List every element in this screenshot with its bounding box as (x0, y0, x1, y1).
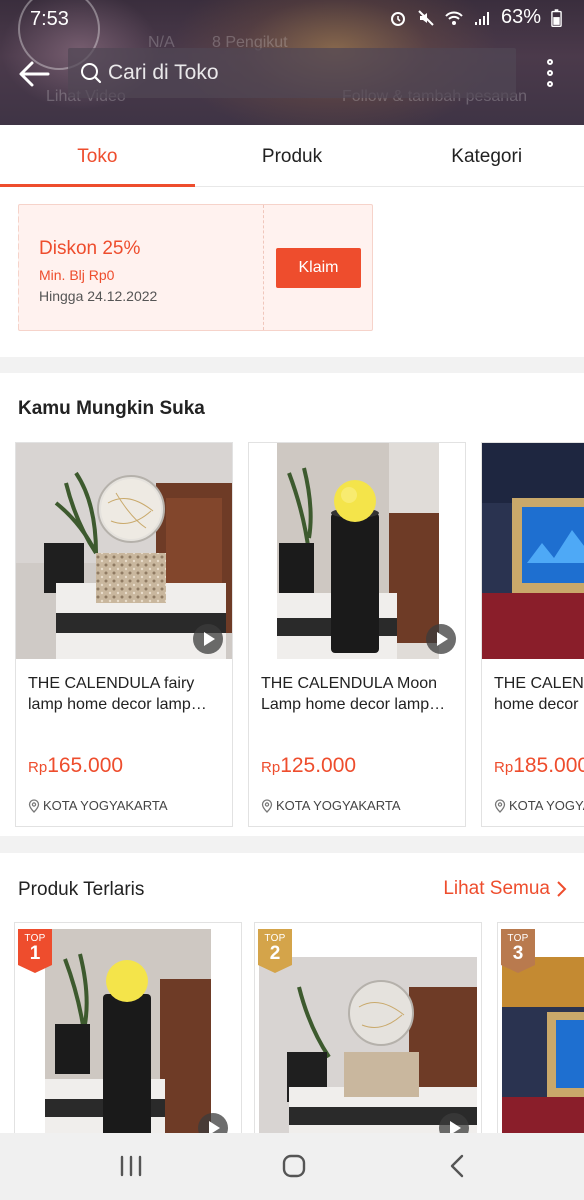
more-dot (547, 81, 553, 87)
mute-icon (418, 9, 434, 26)
more-vertical-icon[interactable] (540, 56, 560, 90)
product-card[interactable]: THE CALENDULA fairy lamp home decor lamp… (15, 442, 233, 827)
tab-toko[interactable]: Toko (0, 125, 195, 187)
signal-icon (474, 11, 489, 25)
product-image (45, 929, 211, 1133)
bestseller-section: Produk Terlaris Lihat Semua TOP 1 TOP 2 … (0, 853, 584, 1133)
price-value: 185.000 (513, 754, 584, 777)
bestseller-card[interactable]: TOP 2 (254, 922, 482, 1133)
battery-percent: 63% (500, 6, 541, 28)
shop-header: N/A 8 Pengikut Lihat Video Follow & tamb… (0, 0, 584, 125)
voucher-card[interactable]: Diskon 25% Min. Blj Rp0 Hingga 24.12.202… (16, 204, 373, 331)
alarm-icon (390, 11, 405, 26)
price-currency: Rp (494, 759, 514, 776)
bestseller-card[interactable]: TOP 3 (497, 922, 584, 1133)
recommended-section: Kamu Mungkin Suka THE CALENDULA fairy la… (0, 373, 584, 836)
top-rank-badge: TOP 1 (18, 929, 52, 973)
location-pin-icon (494, 798, 506, 813)
product-price: Rp185.000 (494, 754, 584, 778)
product-location: KOTA YOGYAKARTA (261, 798, 401, 813)
status-time: 7:53 (30, 8, 69, 30)
badge-rank: 2 (269, 943, 281, 964)
voucher-divider (263, 205, 264, 330)
badge-rank: 3 (512, 943, 524, 964)
tab-kategori[interactable]: Kategori (389, 125, 584, 186)
product-image (502, 957, 584, 1133)
location-text: KOTA YOGYAKARTA (43, 798, 168, 813)
section-title: Kamu Mungkin Suka (18, 398, 205, 419)
voucher-edge (16, 211, 22, 324)
see-all-link[interactable]: Lihat Semua (443, 878, 568, 900)
voucher-valid-until: Hingga 24.12.2022 (39, 288, 158, 304)
system-nav-bar (0, 1133, 584, 1200)
location-pin-icon (28, 798, 40, 813)
product-price: Rp125.000 (261, 754, 356, 778)
voucher-title: Diskon 25% (39, 238, 141, 259)
tab-produk[interactable]: Produk (195, 125, 390, 186)
bestseller-card[interactable]: TOP 1 (14, 922, 242, 1133)
product-location: KOTA YOGYAKARTA (28, 798, 168, 813)
location-pin-icon (261, 798, 273, 813)
price-currency: Rp (28, 759, 48, 776)
product-name: THE CALENDULA Moon Lamp home decor lamp … (261, 675, 438, 713)
product-price: Rp165.000 (28, 754, 123, 778)
product-name: THE CALENDULA fairy lamp home decor lamp… (28, 675, 195, 713)
section-title: Produk Terlaris (18, 879, 145, 900)
battery-icon (551, 8, 562, 27)
location-text: KOTA YOGYAKARTA (509, 798, 584, 813)
price-value: 125.000 (280, 754, 357, 777)
back-arrow-icon[interactable] (16, 56, 52, 92)
badge-label: TOP (264, 933, 286, 944)
more-dot (547, 70, 553, 76)
product-image (259, 957, 477, 1133)
claim-button[interactable]: Klaim (276, 248, 361, 288)
shop-search-bar[interactable] (68, 48, 516, 98)
product-card[interactable]: THE CALENDULA Moon Lamp home decor lamp … (248, 442, 466, 827)
badge-label: TOP (507, 933, 529, 944)
voucher-section: Diskon 25% Min. Blj Rp0 Hingga 24.12.202… (0, 187, 584, 357)
wifi-icon (445, 11, 463, 25)
price-value: 165.000 (47, 754, 124, 777)
back-icon[interactable] (441, 1151, 475, 1181)
price-currency: Rp (261, 759, 281, 776)
status-icons: 63% (389, 6, 562, 29)
shop-tabs: Toko Produk Kategori (0, 125, 584, 187)
more-dot (547, 59, 553, 65)
home-icon[interactable] (277, 1151, 311, 1181)
product-name: THE CALENDULA Lamp home decor (494, 675, 584, 713)
play-icon[interactable] (193, 624, 223, 654)
search-icon (81, 63, 102, 84)
product-image (482, 443, 584, 659)
badge-label: TOP (24, 933, 46, 944)
badge-rank: 1 (29, 943, 41, 964)
recents-icon[interactable] (114, 1151, 148, 1181)
play-icon[interactable] (198, 1113, 228, 1133)
play-icon[interactable] (426, 624, 456, 654)
product-location: KOTA YOGYAKARTA (494, 798, 584, 813)
location-text: KOTA YOGYAKARTA (276, 798, 401, 813)
top-rank-badge: TOP 3 (501, 929, 535, 973)
see-all-label: Lihat Semua (443, 878, 550, 899)
top-rank-badge: TOP 2 (258, 929, 292, 973)
chevron-right-icon (557, 881, 567, 897)
search-input[interactable] (108, 61, 488, 85)
voucher-min-spend: Min. Blj Rp0 (39, 267, 115, 283)
product-card[interactable]: THE CALENDULA Lamp home decor Rp185.000 … (481, 442, 584, 827)
